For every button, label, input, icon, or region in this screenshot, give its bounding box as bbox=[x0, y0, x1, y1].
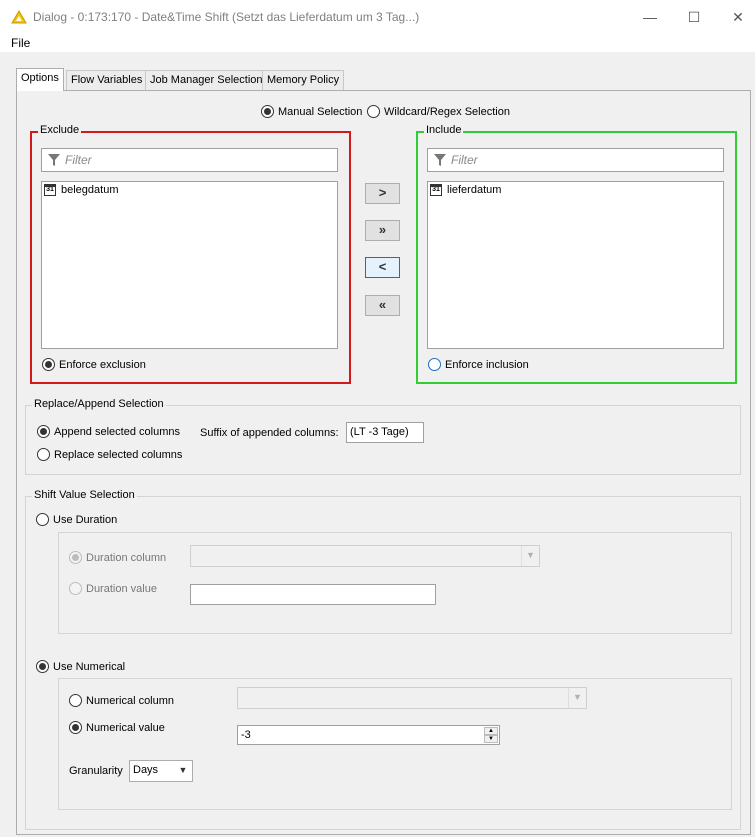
exclude-filter-placeholder: Filter bbox=[65, 153, 92, 167]
manual-selection-radio[interactable]: Manual Selection bbox=[261, 105, 362, 118]
append-columns-radio[interactable]: Append selected columns bbox=[37, 425, 180, 438]
spinner-down-icon[interactable]: ▼ bbox=[484, 735, 498, 743]
funnel-icon bbox=[434, 154, 446, 166]
radio-dot-icon bbox=[37, 425, 50, 438]
funnel-icon bbox=[48, 154, 60, 166]
enforce-inclusion-label: Enforce inclusion bbox=[445, 358, 529, 371]
maximize-button[interactable]: ☐ bbox=[674, 4, 714, 30]
radio-dot-icon bbox=[36, 513, 49, 526]
menu-file[interactable]: File bbox=[11, 36, 30, 50]
include-filter-input[interactable]: Filter bbox=[427, 148, 724, 172]
duration-subgroup: Duration column ▼ Duration value bbox=[58, 532, 732, 634]
enforce-exclusion-label: Enforce exclusion bbox=[59, 358, 146, 371]
duration-column-select[interactable]: ▼ bbox=[190, 545, 540, 567]
radio-dot-icon bbox=[367, 105, 380, 118]
spinner-buttons: ▲ ▼ bbox=[484, 727, 498, 743]
use-numerical-label: Use Numerical bbox=[53, 660, 126, 673]
duration-value-input[interactable] bbox=[190, 584, 436, 605]
list-item[interactable]: 31 belegdatum bbox=[44, 184, 119, 196]
numerical-column-select[interactable]: ▼ bbox=[237, 687, 587, 709]
manual-selection-label: Manual Selection bbox=[278, 105, 363, 118]
knime-warning-triangle-icon bbox=[11, 10, 27, 24]
numerical-value-spinner[interactable]: -3 ▲ ▼ bbox=[237, 725, 500, 745]
exclude-column-list[interactable]: 31 belegdatum bbox=[41, 181, 338, 349]
calendar-icon: 31 bbox=[430, 184, 442, 196]
list-item-label: belegdatum bbox=[61, 184, 119, 196]
duration-column-radio[interactable]: Duration column bbox=[69, 551, 166, 564]
include-column-list[interactable]: 31 lieferdatum bbox=[427, 181, 724, 349]
wildcard-selection-radio[interactable]: Wildcard/Regex Selection bbox=[367, 105, 510, 118]
window-titlebar: Dialog - 0:173:170 - Date&Time Shift (Se… bbox=[0, 0, 755, 34]
remove-button[interactable]: < bbox=[365, 257, 400, 278]
chevron-down-icon: ▼ bbox=[568, 688, 586, 708]
tab-job-manager-selection[interactable]: Job Manager Selection bbox=[145, 70, 268, 90]
enforce-inclusion-radio[interactable]: Enforce inclusion bbox=[428, 358, 529, 371]
exclude-panel: Exclude Filter 31 belegdatum Enforce exc… bbox=[30, 124, 351, 384]
shift-value-group: Shift Value Selection Use Duration Durat… bbox=[25, 489, 741, 830]
include-filter-placeholder: Filter bbox=[451, 153, 478, 167]
radio-dot-icon bbox=[261, 105, 274, 118]
radio-dot-icon bbox=[69, 582, 82, 595]
exclude-title: Exclude bbox=[38, 124, 82, 136]
numerical-value-label: Numerical value bbox=[86, 721, 165, 734]
dialog-content: Options Flow Variables Job Manager Selec… bbox=[0, 52, 755, 837]
replace-columns-radio[interactable]: Replace selected columns bbox=[37, 448, 182, 461]
replace-append-group: Replace/Append Selection Append selected… bbox=[25, 398, 741, 475]
radio-dot-icon bbox=[69, 721, 82, 734]
append-columns-label: Append selected columns bbox=[54, 425, 180, 438]
calendar-icon: 31 bbox=[44, 184, 56, 196]
menu-bar: File bbox=[0, 34, 755, 52]
use-duration-radio[interactable]: Use Duration bbox=[36, 513, 117, 526]
enforce-exclusion-radio[interactable]: Enforce exclusion bbox=[42, 358, 146, 371]
minimize-button[interactable]: — bbox=[630, 4, 670, 30]
remove-all-button[interactable]: « bbox=[365, 295, 400, 316]
spinner-up-icon[interactable]: ▲ bbox=[484, 727, 498, 735]
suffix-label: Suffix of appended columns: bbox=[200, 427, 339, 439]
granularity-value: Days bbox=[133, 764, 159, 776]
numerical-value-text: -3 bbox=[241, 729, 251, 741]
wildcard-selection-label: Wildcard/Regex Selection bbox=[384, 105, 510, 118]
radio-dot-icon bbox=[428, 358, 441, 371]
chevron-down-icon: ▼ bbox=[521, 546, 539, 566]
tab-options[interactable]: Options bbox=[16, 68, 64, 91]
edge-artifact bbox=[0, 336, 5, 350]
numerical-column-label: Numerical column bbox=[86, 694, 175, 707]
numerical-subgroup: Numerical column ▼ Numerical value -3 ▲ … bbox=[58, 678, 732, 810]
replace-columns-label: Replace selected columns bbox=[54, 448, 183, 461]
granularity-select[interactable]: Days ▼ bbox=[129, 760, 193, 782]
use-numerical-radio[interactable]: Use Numerical bbox=[36, 660, 125, 673]
replace-append-title: Replace/Append Selection bbox=[32, 398, 166, 410]
numerical-value-radio[interactable]: Numerical value bbox=[69, 721, 165, 734]
radio-dot-icon bbox=[36, 660, 49, 673]
add-all-button[interactable]: » bbox=[365, 220, 400, 241]
granularity-label: Granularity bbox=[69, 765, 123, 777]
radio-dot-icon bbox=[37, 448, 50, 461]
radio-dot-icon bbox=[42, 358, 55, 371]
list-item-label: lieferdatum bbox=[447, 184, 502, 196]
shift-value-title: Shift Value Selection bbox=[32, 489, 137, 501]
radio-dot-icon bbox=[69, 694, 82, 707]
numerical-column-radio[interactable]: Numerical column bbox=[69, 694, 174, 707]
suffix-input[interactable]: (LT -3 Tage) bbox=[346, 422, 424, 443]
chevron-down-icon: ▼ bbox=[178, 765, 188, 775]
close-button[interactable]: ✕ bbox=[718, 4, 755, 30]
options-panel: Manual Selection Wildcard/Regex Selectio… bbox=[16, 90, 751, 835]
use-duration-label: Use Duration bbox=[53, 513, 118, 526]
tab-memory-policy[interactable]: Memory Policy bbox=[262, 70, 345, 90]
radio-dot-icon bbox=[69, 551, 82, 564]
include-panel: Include Filter 31 lieferdatum Enforce in… bbox=[416, 124, 737, 384]
duration-value-radio[interactable]: Duration value bbox=[69, 582, 157, 595]
window-title: Dialog - 0:173:170 - Date&Time Shift (Se… bbox=[33, 10, 420, 24]
exclude-filter-input[interactable]: Filter bbox=[41, 148, 338, 172]
include-title: Include bbox=[424, 124, 464, 136]
duration-value-label: Duration value bbox=[86, 582, 157, 595]
add-button[interactable]: > bbox=[365, 183, 400, 204]
tab-flow-variables[interactable]: Flow Variables bbox=[66, 70, 148, 90]
list-item[interactable]: 31 lieferdatum bbox=[430, 184, 501, 196]
duration-column-label: Duration column bbox=[86, 551, 167, 564]
